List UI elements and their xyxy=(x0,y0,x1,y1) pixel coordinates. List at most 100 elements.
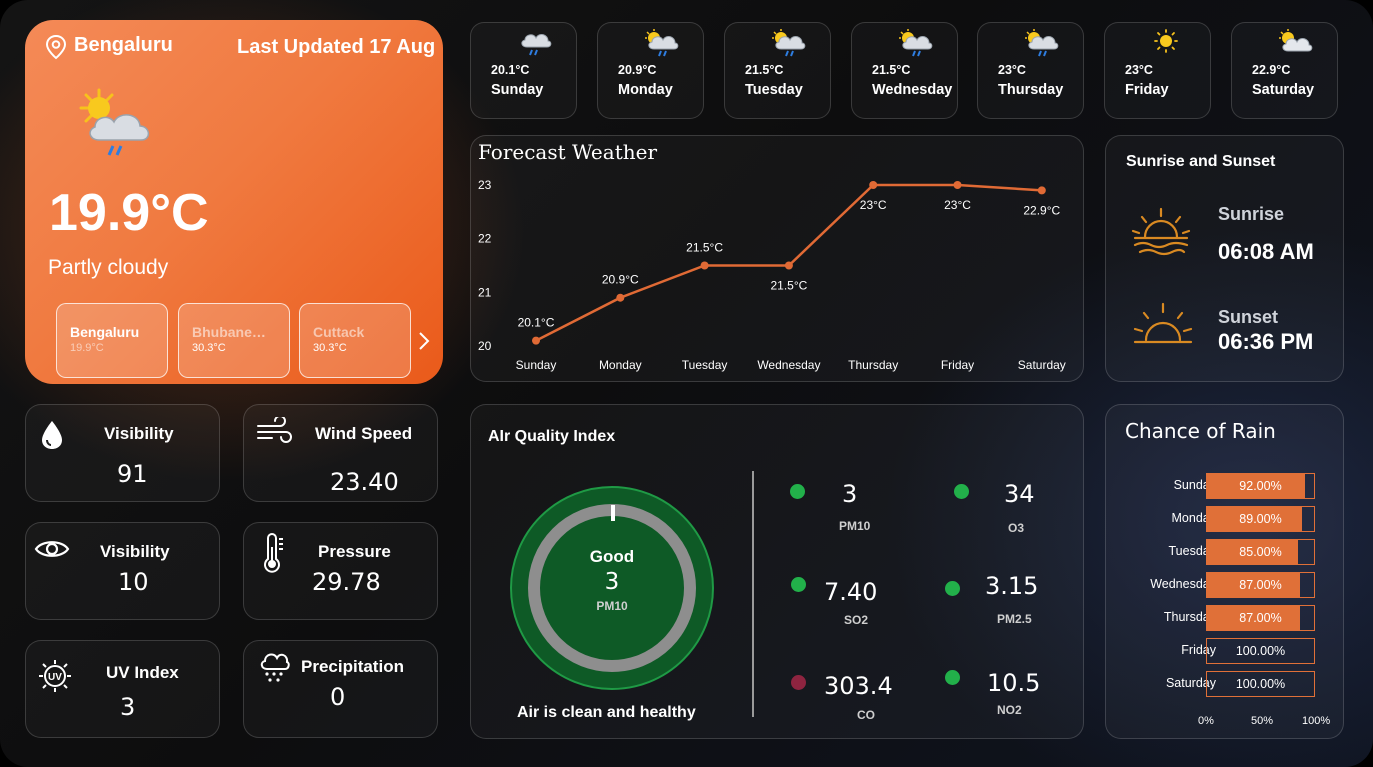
rain-bar: 87.00% xyxy=(1206,605,1315,631)
x-tick-label: Monday xyxy=(599,358,642,372)
city-tile-name: Bengaluru xyxy=(70,324,140,340)
rain-day-label: Wednesday xyxy=(1150,577,1216,591)
stat-value: 23.40 xyxy=(330,468,399,496)
day-card-wednesday[interactable]: 21.5°C Wednesday xyxy=(851,22,958,119)
rain-bar: 100.00% xyxy=(1206,638,1315,664)
city-tile[interactable]: Bengaluru 19.9°C xyxy=(56,303,168,378)
city-tile-name: Cuttack xyxy=(313,324,365,340)
rain-day-label: Friday xyxy=(1181,643,1216,657)
day-card-saturday[interactable]: 22.9°C Saturday xyxy=(1231,22,1338,119)
sun-card-title: Sunrise and Sunset xyxy=(1126,153,1276,170)
day-name: Sunday xyxy=(491,82,544,98)
rain-bar: 92.00% xyxy=(1206,473,1315,499)
rain-day-label: Sunday xyxy=(1173,478,1216,492)
forecast-data-label: 23°C xyxy=(860,198,887,212)
rain-bar-row: Friday 100.00% xyxy=(1106,638,1346,664)
x-tick-label: Saturday xyxy=(1018,358,1066,372)
x-tick-label: Sunday xyxy=(516,358,557,372)
day-name: Tuesday xyxy=(745,82,803,98)
y-tick-label: 23 xyxy=(478,178,492,192)
rain-bar-value: 87.00% xyxy=(1239,578,1282,592)
rain-day-label: Thursday xyxy=(1163,610,1216,624)
forecast-point xyxy=(784,261,793,270)
svg-text:UV: UV xyxy=(48,672,62,683)
rain-bar-value: 87.00% xyxy=(1239,611,1282,625)
aqi-status-dot xyxy=(791,675,806,690)
aqi-label: NO2 xyxy=(997,703,1022,717)
x-tick-label: Friday xyxy=(941,358,974,372)
x-tick-label: Wednesday xyxy=(757,358,820,372)
aqi-status-dot xyxy=(945,670,960,685)
rain-bar-value: 89.00% xyxy=(1239,512,1282,526)
sunset-label: Sunset xyxy=(1218,307,1279,327)
rain-day-label: Monday xyxy=(1171,511,1216,525)
stat-value: 10 xyxy=(118,568,149,596)
day-name: Thursday xyxy=(998,82,1064,98)
day-card-friday[interactable]: 23°C Friday xyxy=(1104,22,1211,119)
aqi-label: O3 xyxy=(1008,521,1025,535)
city-tile[interactable]: Cuttack 30.3°C xyxy=(299,303,411,378)
day-card-tuesday[interactable]: 21.5°C Tuesday xyxy=(724,22,831,119)
forecast-data-label: 23°C xyxy=(944,198,971,212)
stat-label: Wind Speed xyxy=(315,424,413,443)
visibility-card: Visibility 91 xyxy=(25,404,220,502)
sunrise-time: 06:08 AM xyxy=(1218,239,1314,264)
forecast-data-label: 21.5°C xyxy=(686,241,723,255)
y-tick-label: 21 xyxy=(478,285,492,299)
forecast-data-label: 20.1°C xyxy=(518,316,555,330)
stat-label: UV Index xyxy=(106,663,179,682)
day-name: Friday xyxy=(1125,82,1169,98)
precipitation-card: Precipitation 0 xyxy=(243,640,438,738)
aqi-value: 3.15 xyxy=(985,572,1039,600)
stat-label: Pressure xyxy=(318,542,391,561)
rain-bar: 100.00% xyxy=(1206,671,1315,697)
pressure-card: Pressure 29.78 xyxy=(243,522,438,620)
rain-bar-row: Wednesday 87.00% xyxy=(1106,572,1346,598)
rain-bar: 87.00% xyxy=(1206,572,1315,598)
rain-bar-row: Saturday 100.00% xyxy=(1106,671,1346,697)
aqi-value: 3 xyxy=(842,480,858,508)
day-card-monday[interactable]: 20.9°C Monday xyxy=(597,22,704,119)
aqi-label: SO2 xyxy=(844,613,869,627)
day-card-thursday[interactable]: 23°C Thursday xyxy=(977,22,1084,119)
rain-day-label: Saturday xyxy=(1165,676,1216,690)
uv-index-card: UV UV Index 3 xyxy=(25,640,220,738)
current-weather-card: Bengaluru Last Updated 17 Aug 19.9°C Par… xyxy=(25,20,443,384)
aqi-value: 34 xyxy=(1004,480,1035,508)
forecast-data-label: 20.9°C xyxy=(602,273,639,287)
day-temp: 22.9°C xyxy=(1252,63,1291,77)
city-tile[interactable]: Bhubaneswar 30.3°C xyxy=(178,303,290,378)
weather-condition: Partly cloudy xyxy=(48,256,169,279)
rain-bar-value: 100.00% xyxy=(1235,644,1286,658)
aqi-value: 303.4 xyxy=(824,672,893,700)
day-card-sunday[interactable]: 20.1°C Sunday xyxy=(470,22,577,119)
aqi-status-dot xyxy=(954,484,969,499)
aqi-value: 7.40 xyxy=(824,578,878,606)
aqi-value: 10.5 xyxy=(987,669,1041,697)
sun-cloud-rain-icon xyxy=(772,29,806,57)
chevron-right-icon[interactable] xyxy=(417,330,431,352)
forecast-point xyxy=(869,181,878,189)
sunrise-label: Sunrise xyxy=(1218,204,1285,224)
aqi-divider xyxy=(752,471,754,717)
y-tick-label: 22 xyxy=(478,232,492,246)
aqi-message: Air is clean and healthy xyxy=(517,704,696,721)
rain-x-tick: 100% xyxy=(1302,715,1331,727)
rain-bar: 85.00% xyxy=(1206,539,1315,565)
rain-bar: 89.00% xyxy=(1206,506,1315,532)
day-temp: 23°C xyxy=(998,63,1026,77)
day-temp: 21.5°C xyxy=(872,63,911,77)
aqi-gauge-metric: PM10 xyxy=(596,599,628,613)
forecast-line-chart: 20 21 22 23 20.1°C Sunday 20.9°C Monday 21.5°C Tu… xyxy=(478,178,1066,372)
aqi-label: PM10 xyxy=(839,519,871,533)
sunset-time: 06:36 PM xyxy=(1218,329,1314,354)
wind-icon xyxy=(257,417,292,443)
aqi-label: PM2.5 xyxy=(997,612,1032,626)
aqi-status-dot xyxy=(791,577,806,592)
rain-bar-value: 100.00% xyxy=(1235,677,1286,691)
forecast-data-label: 22.9°C xyxy=(1023,203,1060,217)
aqi-status-dot xyxy=(945,581,960,596)
rain-title: Chance of Rain xyxy=(1125,419,1276,443)
city-tile-temp: 30.3°C xyxy=(313,342,347,354)
stat-value: 0 xyxy=(330,683,346,711)
